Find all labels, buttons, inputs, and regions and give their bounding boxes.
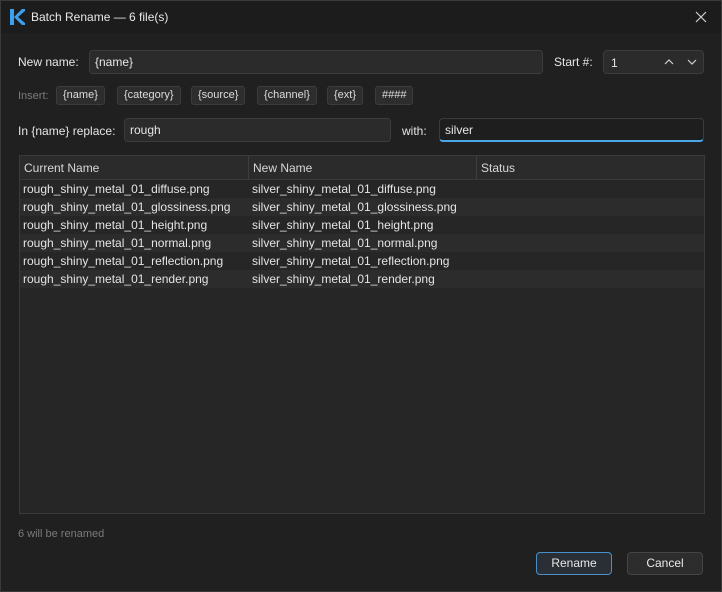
new-name-label: New name: (18, 55, 79, 69)
start-number-spinbox[interactable]: 1 (603, 50, 704, 74)
table-row[interactable]: rough_shiny_metal_01_render.png silver_s… (20, 270, 704, 288)
cell-new-name: silver_shiny_metal_01_normal.png (252, 236, 438, 250)
insert-token-counter[interactable]: #### (375, 86, 414, 105)
with-label: with: (402, 124, 427, 138)
cell-status (477, 180, 480, 198)
column-header-new-name[interactable]: New Name (249, 156, 477, 180)
rename-preview-table[interactable]: Current Name New Name Status rough_shiny… (19, 155, 705, 514)
rename-count-note: 6 will be renamed (18, 528, 105, 540)
insert-token-name[interactable]: {name} (56, 86, 105, 105)
insert-token-ext[interactable]: {ext} (327, 86, 364, 105)
cell-status (477, 198, 480, 216)
decrement-button[interactable] (683, 54, 701, 70)
cell-current-name: rough_shiny_metal_01_height.png (23, 218, 208, 232)
cell-new-name: silver_shiny_metal_01_reflection.png (252, 254, 450, 268)
chevron-down-icon (687, 59, 697, 65)
table-row[interactable]: rough_shiny_metal_01_height.png silver_s… (20, 216, 704, 234)
column-header-status[interactable]: Status (477, 156, 704, 180)
cell-new-name: silver_shiny_metal_01_height.png (252, 218, 434, 232)
cell-status (477, 252, 480, 270)
start-number-label: Start #: (554, 55, 593, 69)
batch-rename-dialog: Batch Rename — 6 file(s) New name: Start… (0, 0, 722, 592)
cell-new-name: silver_shiny_metal_01_render.png (252, 272, 435, 286)
chevron-up-icon (664, 59, 674, 65)
cell-status (477, 216, 480, 234)
replace-label: In {name} replace: (18, 124, 116, 138)
app-logo-icon (10, 9, 25, 25)
cell-current-name: rough_shiny_metal_01_diffuse.png (23, 182, 210, 196)
replace-find-input[interactable] (124, 118, 391, 142)
close-icon (695, 11, 707, 23)
cell-current-name: rough_shiny_metal_01_normal.png (23, 236, 212, 250)
cell-current-name: rough_shiny_metal_01_render.png (23, 272, 209, 286)
window-title: Batch Rename — 6 file(s) (31, 10, 169, 24)
insert-token-source[interactable]: {source} (191, 86, 246, 105)
cell-current-name: rough_shiny_metal_01_reflection.png (23, 254, 224, 268)
table-row[interactable]: rough_shiny_metal_01_normal.png silver_s… (20, 234, 704, 252)
table-row[interactable]: rough_shiny_metal_01_reflection.png silv… (20, 252, 704, 270)
title-bar: Batch Rename — 6 file(s) (1, 1, 721, 33)
cell-status (477, 234, 480, 252)
new-name-input[interactable] (89, 50, 543, 74)
replace-with-input[interactable] (439, 118, 704, 142)
insert-token-category[interactable]: {category} (117, 86, 181, 105)
table-row[interactable]: rough_shiny_metal_01_diffuse.png silver_… (20, 180, 704, 198)
rename-button[interactable]: Rename (536, 552, 612, 575)
cell-new-name: silver_shiny_metal_01_diffuse.png (252, 182, 436, 196)
cell-current-name: rough_shiny_metal_01_glossiness.png (23, 200, 231, 214)
increment-button[interactable] (660, 54, 678, 70)
cell-status (477, 270, 480, 288)
cancel-button[interactable]: Cancel (627, 552, 703, 575)
insert-label: Insert: (18, 90, 49, 102)
table-row[interactable]: rough_shiny_metal_01_glossiness.png silv… (20, 198, 704, 216)
close-button[interactable] (689, 5, 713, 29)
insert-token-channel[interactable]: {channel} (257, 86, 317, 105)
start-number-value: 1 (611, 56, 618, 70)
column-header-current-name[interactable]: Current Name (20, 156, 249, 180)
cell-new-name: silver_shiny_metal_01_glossiness.png (252, 200, 457, 214)
table-header: Current Name New Name Status (20, 156, 704, 180)
